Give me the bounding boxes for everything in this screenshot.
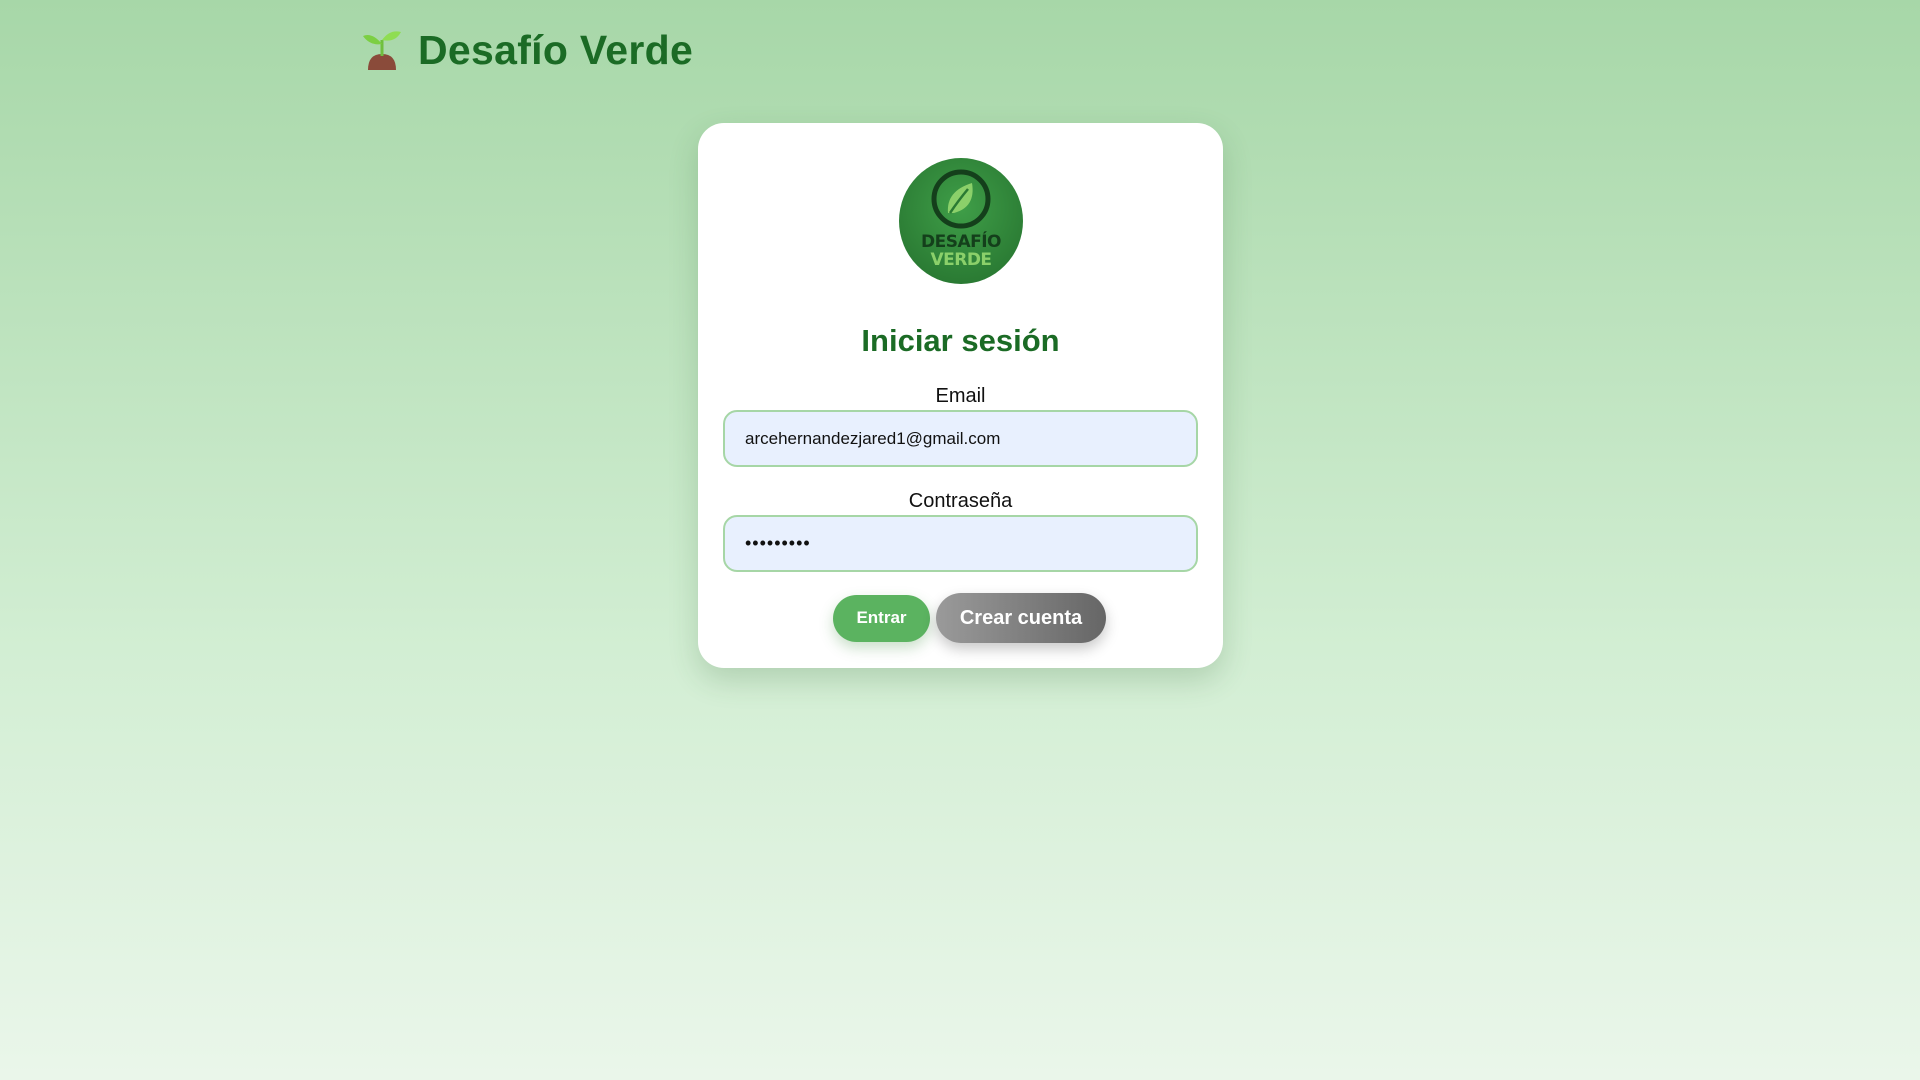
logo-text-line1: DESAFÍO xyxy=(920,232,1002,252)
create-account-button[interactable]: Crear cuenta xyxy=(936,593,1106,643)
email-field[interactable] xyxy=(723,410,1198,467)
form-title: Iniciar sesión xyxy=(861,323,1060,358)
leaf-badge-icon: DESAFÍO VERDE xyxy=(898,157,1024,285)
logo-text-line2: VERDE xyxy=(930,250,992,270)
email-label: Email xyxy=(935,385,986,407)
sprout-icon xyxy=(360,26,404,74)
enter-button[interactable]: Entrar xyxy=(833,594,930,642)
brand-title: Desafío Verde xyxy=(418,26,694,73)
login-card: DESAFÍO VERDE Iniciar sesión Email Contr… xyxy=(698,123,1223,668)
site-header: Desafío Verde xyxy=(360,22,693,78)
password-label: Contraseña xyxy=(908,490,1013,512)
password-field[interactable] xyxy=(723,515,1198,572)
button-row: Entrar Crear cuenta xyxy=(698,593,1223,643)
